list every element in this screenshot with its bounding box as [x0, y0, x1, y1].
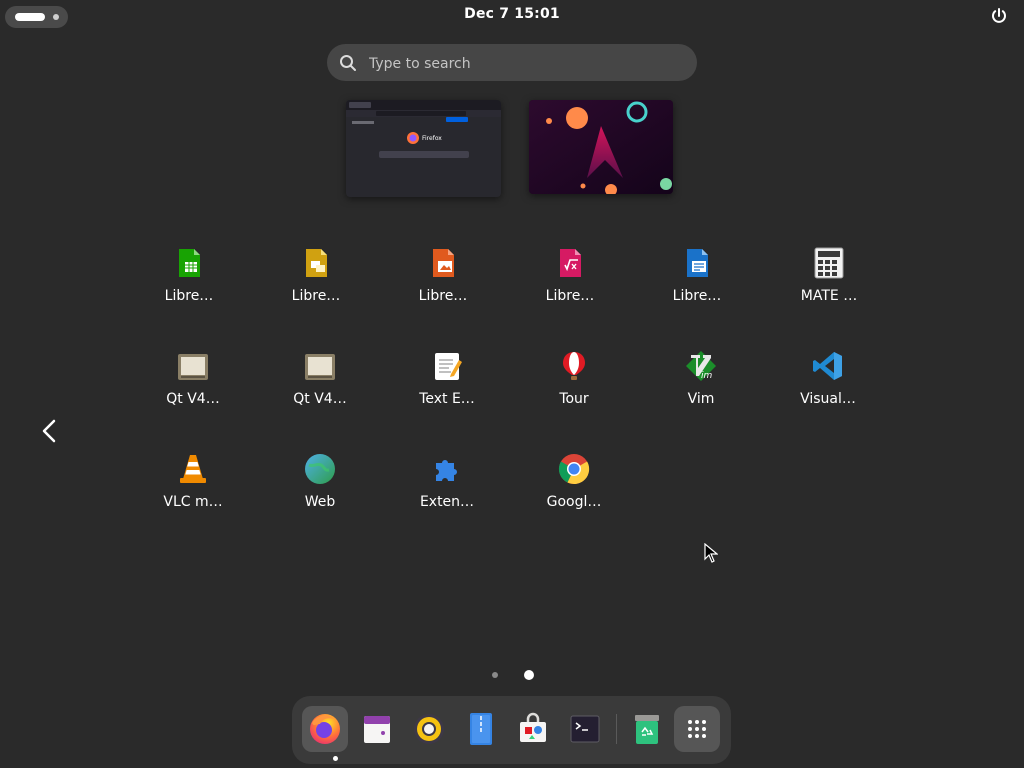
app-label: Libre… — [291, 288, 341, 304]
app-label: Qt V4… — [166, 391, 220, 407]
dock-item-software[interactable] — [510, 706, 556, 752]
dock — [292, 696, 731, 764]
app-tour[interactable]: Tour — [519, 350, 629, 430]
app-label: Googl… — [546, 494, 602, 510]
app-grid-icon — [688, 720, 706, 738]
app-libreoffice-writer[interactable]: Libre… — [642, 247, 752, 327]
app-label: Qt V4… — [293, 391, 347, 407]
page-indicator-2[interactable] — [524, 670, 534, 680]
app-visual-studio-code[interactable]: Visual… — [773, 350, 883, 430]
tour-balloon-icon — [563, 352, 585, 380]
libreoffice-math-icon — [560, 249, 581, 277]
clock[interactable]: Dec 7 15:01 — [0, 6, 1024, 22]
calendar-icon — [364, 716, 390, 743]
app-libreoffice-math[interactable]: Libre… — [515, 247, 625, 327]
dock-item-terminal[interactable] — [562, 706, 608, 752]
file-manager-icon — [470, 713, 492, 745]
mouse-pointer-icon — [704, 543, 718, 563]
qt-v4l2-icon — [305, 354, 335, 380]
search-bar[interactable] — [327, 44, 697, 81]
app-label: Libre… — [418, 288, 468, 304]
app-label: Exten… — [419, 494, 475, 510]
app-label: Libre… — [545, 288, 595, 304]
software-store-icon — [520, 712, 546, 742]
app-mate-calculator[interactable]: MATE … — [774, 247, 884, 327]
vscode-icon — [813, 352, 842, 380]
dock-item-trash[interactable] — [624, 706, 670, 752]
page-indicator-1[interactable] — [492, 672, 498, 678]
app-vim[interactable]: im Vim — [646, 350, 756, 430]
firefox-preview-label: Firefox — [422, 135, 442, 142]
app-extensions[interactable]: Exten… — [392, 453, 502, 533]
app-libreoffice-draw[interactable]: Libre… — [388, 247, 498, 327]
show-applications-button[interactable] — [674, 706, 720, 752]
dock-item-files[interactable] — [458, 706, 504, 752]
music-player-icon — [414, 714, 444, 744]
vlc-icon — [180, 455, 206, 483]
text-editor-icon — [435, 353, 462, 380]
web-globe-icon — [305, 454, 335, 484]
trash-icon — [635, 715, 659, 744]
libreoffice-calc-icon — [179, 249, 200, 277]
workspace-thumbnail-2[interactable] — [529, 100, 673, 194]
svg-text:im: im — [701, 371, 713, 381]
libreoffice-draw-icon — [433, 249, 454, 277]
chrome-icon — [558, 454, 590, 485]
app-web[interactable]: Web — [265, 453, 375, 533]
app-label: Visual… — [800, 391, 856, 407]
previous-page-chevron-icon[interactable] — [38, 418, 62, 444]
app-label: MATE … — [800, 288, 858, 304]
firefox-window-preview: Firefox — [346, 100, 501, 158]
terminal-icon — [570, 715, 600, 743]
libreoffice-impress-icon — [306, 249, 327, 277]
dock-item-rhythmbox[interactable] — [406, 706, 452, 752]
app-libreoffice-calc[interactable]: Libre… — [134, 247, 244, 327]
firefox-icon — [310, 714, 340, 744]
app-label: Libre… — [672, 288, 722, 304]
vim-icon: im — [686, 351, 716, 381]
app-label: Tour — [559, 391, 589, 407]
app-libreoffice-impress[interactable]: Libre… — [261, 247, 371, 327]
qt-v4l2-icon — [178, 354, 208, 380]
running-indicator — [333, 756, 338, 761]
dock-item-firefox[interactable] — [302, 706, 348, 761]
calculator-icon — [814, 247, 844, 279]
extensions-puzzle-icon — [436, 460, 457, 481]
workspace-thumbnail-1[interactable]: Firefox — [346, 100, 501, 197]
app-label: Libre… — [164, 288, 214, 304]
dock-item-calendar[interactable] — [354, 706, 400, 752]
app-label: Web — [304, 494, 336, 510]
top-bar: Dec 7 15:01 — [0, 0, 1024, 32]
libreoffice-writer-icon — [687, 249, 708, 277]
search-icon — [340, 55, 356, 71]
app-text-editor[interactable]: Text E… — [392, 350, 502, 430]
app-label: Text E… — [419, 391, 475, 407]
search-input[interactable] — [367, 50, 681, 77]
app-label: VLC m… — [163, 494, 223, 510]
app-qt-v4l2-1[interactable]: Qt V4… — [138, 350, 248, 430]
power-icon[interactable] — [989, 6, 1009, 26]
app-vlc[interactable]: VLC m… — [138, 453, 248, 533]
wallpaper-preview — [529, 100, 673, 194]
dock-separator — [616, 714, 617, 744]
app-qt-v4l2-2[interactable]: Qt V4… — [265, 350, 375, 430]
app-label: Vim — [687, 391, 715, 407]
app-google-chrome[interactable]: Googl… — [519, 453, 629, 533]
